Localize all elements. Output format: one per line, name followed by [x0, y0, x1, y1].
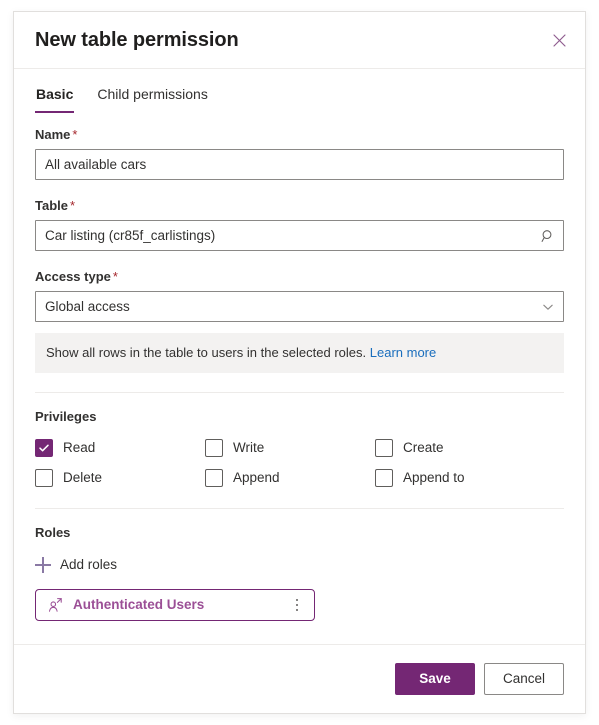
plus-icon [35, 557, 51, 573]
person-role-icon [47, 597, 64, 614]
checkbox-append[interactable] [205, 469, 223, 487]
checkbox-delete[interactable] [35, 469, 53, 487]
list-item[interactable]: Authenticated Users [35, 589, 315, 621]
access-type-label: Access type * [35, 268, 564, 286]
privileges-grid: Read Write Create Delete Append Append t… [35, 437, 564, 489]
privilege-write[interactable]: Write [205, 437, 375, 459]
save-button[interactable]: Save [395, 663, 475, 695]
privilege-create[interactable]: Create [375, 437, 564, 459]
tab-list: Basic Child permissions [14, 69, 585, 113]
table-input[interactable] [35, 220, 564, 251]
more-dot [295, 603, 299, 607]
name-input[interactable] [35, 149, 564, 180]
checkbox-append-to[interactable] [375, 469, 393, 487]
field-name: Name * [35, 126, 564, 180]
dialog-header: New table permission [14, 12, 585, 69]
add-roles-label: Add roles [60, 557, 118, 572]
privilege-append[interactable]: Append [205, 467, 375, 489]
privilege-create-label: Create [403, 440, 444, 455]
dialog-body: Name* Table* [14, 113, 585, 644]
privilege-delete[interactable]: Delete [35, 467, 205, 489]
access-type-expand-button[interactable] [533, 292, 563, 321]
table-required-marker: * [70, 198, 76, 213]
info-banner-text: Show all rows in the table to users in t… [46, 345, 367, 360]
new-table-permission-dialog: New table permission Basic Child permiss… [13, 11, 586, 714]
privilege-delete-label: Delete [63, 470, 103, 485]
access-type-info-banner: Show all rows in the table to users in t… [35, 333, 564, 373]
privilege-write-label: Write [233, 440, 265, 455]
privilege-append-to-label: Append to [403, 470, 465, 485]
cancel-button[interactable]: Cancel [484, 663, 564, 695]
add-roles-button[interactable]: Add roles [35, 553, 117, 577]
access-type-label-text: Access type [35, 269, 111, 284]
name-input-wrap [35, 149, 564, 180]
learn-more-link[interactable]: Learn more [370, 345, 436, 360]
dialog-footer: Save Cancel [14, 644, 585, 713]
checkbox-create[interactable] [375, 439, 393, 457]
name-label-text: Name [35, 127, 71, 142]
chevron-down-icon [542, 301, 554, 313]
privilege-read[interactable]: Read [35, 437, 205, 459]
more-dot [295, 598, 299, 602]
checkbox-write[interactable] [205, 439, 223, 457]
table-label: Table * [35, 197, 564, 215]
divider-roles [35, 508, 564, 509]
name-label: Name * [35, 126, 564, 144]
checkbox-read[interactable] [35, 439, 53, 457]
screen: New table permission Basic Child permiss… [0, 0, 599, 725]
access-type-required-marker: * [112, 269, 118, 284]
access-type-select-wrap: Global access [35, 291, 564, 322]
name-required-marker: * [72, 127, 78, 142]
privileges-title: Privileges [35, 409, 97, 424]
privilege-append-to[interactable]: Append to [375, 467, 564, 489]
privilege-append-label: Append [233, 470, 280, 485]
field-table: Table * [35, 197, 564, 251]
table-input-wrap [35, 220, 564, 251]
search-icon [541, 229, 555, 243]
privilege-read-label: Read [63, 440, 96, 455]
role-pill-label: Authenticated Users [73, 597, 205, 612]
close-button[interactable] [543, 24, 575, 56]
close-icon [552, 33, 566, 47]
page-title: New table permission [35, 29, 239, 51]
table-search-button[interactable] [533, 221, 563, 250]
divider-privileges [35, 392, 564, 393]
more-vertical-icon[interactable] [286, 592, 308, 618]
tab-basic[interactable]: Basic [35, 84, 75, 113]
table-label-text: Table [35, 198, 68, 213]
more-dot [295, 608, 299, 612]
tab-child-permissions[interactable]: Child permissions [96, 84, 208, 113]
roles-title: Roles [35, 525, 71, 540]
access-type-select[interactable]: Global access [35, 291, 564, 322]
field-access-type: Access type * Global access Show all rows… [35, 268, 564, 373]
